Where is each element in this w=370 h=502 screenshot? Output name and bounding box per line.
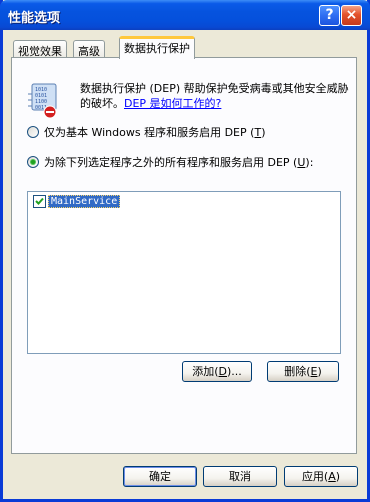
list-item[interactable]: MainService bbox=[33, 195, 121, 208]
dep-tab-panel: 1010 0101 1100 0011 数据执行保护 (DEP) 帮助保护免受病… bbox=[11, 57, 357, 454]
check-icon bbox=[35, 197, 44, 205]
radio-essential-indicator[interactable] bbox=[27, 126, 39, 138]
program-name: MainService bbox=[48, 195, 121, 208]
apply-button[interactable]: 应用(A) bbox=[284, 466, 358, 487]
title-bar[interactable]: 性能选项 ? × bbox=[0, 0, 370, 30]
close-button[interactable]: × bbox=[341, 5, 362, 26]
tab-data-execution-prevention[interactable]: 数据执行保护 bbox=[119, 36, 195, 59]
performance-options-dialog: 性能选项 ? × 视觉效果 高级 数据执行保护 1010 0101 1100 0… bbox=[0, 0, 370, 502]
add-button[interactable]: 添加(D)... bbox=[182, 361, 252, 382]
dep-shield-icon: 1010 0101 1100 0011 bbox=[28, 83, 57, 119]
tab-visual-effects[interactable]: 视觉效果 bbox=[13, 40, 67, 58]
dep-exception-list[interactable]: MainService bbox=[27, 191, 341, 354]
radio-all-label: 为除下列选定程序之外的所有程序和服务启用 DEP (U): bbox=[44, 156, 314, 169]
window-title: 性能选项 bbox=[8, 11, 61, 26]
radio-essential-only[interactable]: 仅为基本 Windows 程序和服务启用 DEP (T) bbox=[27, 124, 265, 140]
program-checkbox[interactable] bbox=[33, 195, 46, 208]
remove-button[interactable]: 删除(E) bbox=[267, 361, 339, 382]
help-button[interactable]: ? bbox=[319, 5, 340, 26]
dep-help-link[interactable]: DEP 是如何工作的? bbox=[124, 97, 221, 110]
tab-advanced[interactable]: 高级 bbox=[73, 40, 105, 58]
ok-button[interactable]: 确定 bbox=[123, 466, 197, 487]
radio-all-except-selected[interactable]: 为除下列选定程序之外的所有程序和服务启用 DEP (U): bbox=[27, 154, 313, 170]
radio-essential-label: 仅为基本 Windows 程序和服务启用 DEP (T) bbox=[44, 126, 266, 139]
radio-all-indicator[interactable] bbox=[27, 156, 39, 168]
cancel-button[interactable]: 取消 bbox=[203, 466, 277, 487]
dep-description: 数据执行保护 (DEP) 帮助保护免受病毒或其他安全威胁的破坏。DEP 是如何工… bbox=[80, 81, 350, 111]
